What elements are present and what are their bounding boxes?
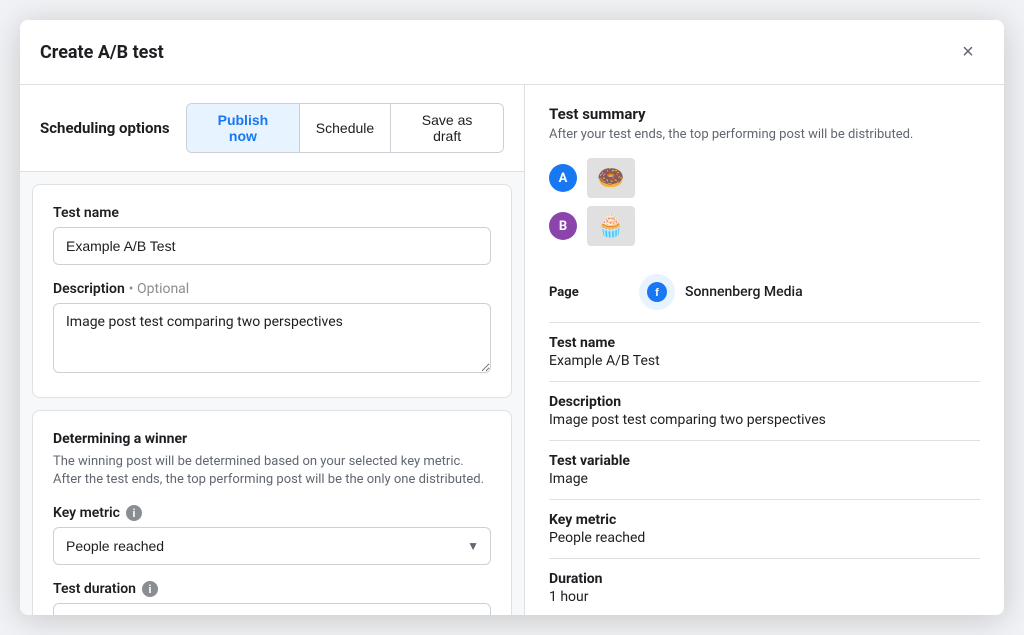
summary-field-label-description: Description bbox=[549, 394, 980, 410]
summary-field-value-test-name: Example A/B Test bbox=[549, 353, 980, 369]
summary-field-value-duration: 1 hour bbox=[549, 589, 980, 605]
key-metric-label-row: Key metric i bbox=[53, 505, 491, 521]
ab-variants: A 🍩 B 🧁 bbox=[549, 158, 980, 246]
test-name-group: Test name bbox=[53, 205, 491, 265]
summary-title: Test summary bbox=[549, 105, 980, 123]
test-name-input[interactable] bbox=[53, 227, 491, 265]
key-metric-info-icon[interactable]: i bbox=[126, 505, 142, 521]
variant-row-b: B 🧁 bbox=[549, 206, 980, 246]
summary-field-label-key-metric: Key metric bbox=[549, 512, 980, 528]
winner-description: The winning post will be determined base… bbox=[53, 453, 491, 489]
test-duration-info-icon[interactable]: i bbox=[142, 581, 158, 597]
summary-row-test-variable: Test variable Image bbox=[549, 441, 980, 500]
page-name: Sonnenberg Media bbox=[685, 284, 803, 300]
summary-field-value-key-metric: People reached bbox=[549, 530, 980, 546]
description-textarea[interactable]: Image post test comparing two perspectiv… bbox=[53, 303, 491, 373]
test-name-label: Test name bbox=[53, 205, 491, 221]
winner-section: Determining a winner The winning post wi… bbox=[32, 410, 512, 615]
variant-thumb-a: 🍩 bbox=[587, 158, 635, 198]
summary-row-test-name: Test name Example A/B Test bbox=[549, 323, 980, 382]
scheduling-label: Scheduling options bbox=[40, 119, 170, 137]
page-row-label: Page bbox=[549, 285, 629, 300]
key-metric-select-wrapper: People reached Post clicks Reactions Com… bbox=[53, 527, 491, 565]
summary-subtitle: After your test ends, the top performing… bbox=[549, 127, 980, 142]
summary-field-label-test-variable: Test variable bbox=[549, 453, 980, 469]
summary-field-label-test-name: Test name bbox=[549, 335, 980, 351]
page-row: Page f Sonnenberg Media bbox=[549, 262, 980, 323]
summary-row-description: Description Image post test comparing tw… bbox=[549, 382, 980, 441]
tab-publish-now[interactable]: Publish now bbox=[187, 104, 300, 152]
tab-schedule[interactable]: Schedule bbox=[300, 104, 391, 152]
description-optional: • Optional bbox=[129, 281, 189, 297]
create-ab-test-modal: Create A/B test × Scheduling options Pub… bbox=[20, 20, 1004, 615]
test-duration-label-row: Test duration i bbox=[53, 581, 491, 597]
test-duration-select[interactable]: 1 hour 2 hours 4 hours 8 hours 24 hours bbox=[53, 603, 491, 615]
tab-save-draft[interactable]: Save as draft bbox=[391, 104, 503, 152]
variant-image-b: 🧁 bbox=[587, 206, 635, 246]
variant-image-a: 🍩 bbox=[587, 158, 635, 198]
page-avatar: f bbox=[639, 274, 675, 310]
summary-field-label-duration: Duration bbox=[549, 571, 980, 587]
scheduling-bar: Scheduling options Publish now Schedule … bbox=[20, 85, 524, 172]
close-button[interactable]: × bbox=[952, 36, 984, 68]
description-group: Description• Optional Image post test co… bbox=[53, 281, 491, 377]
variant-thumb-b: 🧁 bbox=[587, 206, 635, 246]
summary-field-value-test-variable: Image bbox=[549, 471, 980, 487]
left-panel: Scheduling options Publish now Schedule … bbox=[20, 85, 525, 615]
summary-field-value-description: Image post test comparing two perspectiv… bbox=[549, 412, 980, 428]
test-duration-label: Test duration bbox=[53, 581, 136, 597]
variant-badge-b: B bbox=[549, 212, 577, 240]
modal-body: Scheduling options Publish now Schedule … bbox=[20, 85, 1004, 615]
description-label: Description• Optional bbox=[53, 281, 491, 297]
winner-title: Determining a winner bbox=[53, 431, 491, 447]
modal-title: Create A/B test bbox=[40, 42, 164, 63]
right-panel: Test summary After your test ends, the t… bbox=[525, 85, 1004, 615]
modal-header: Create A/B test × bbox=[20, 20, 1004, 85]
test-duration-select-wrapper: 1 hour 2 hours 4 hours 8 hours 24 hours … bbox=[53, 603, 491, 615]
variant-row-a: A 🍩 bbox=[549, 158, 980, 198]
svg-text:f: f bbox=[655, 287, 659, 299]
test-duration-group: Test duration i 1 hour 2 hours 4 hours 8… bbox=[53, 581, 491, 615]
test-info-section: Test name Description• Optional Image po… bbox=[32, 184, 512, 398]
summary-row-key-metric: Key metric People reached bbox=[549, 500, 980, 559]
key-metric-select[interactable]: People reached Post clicks Reactions Com… bbox=[53, 527, 491, 565]
variant-badge-a: A bbox=[549, 164, 577, 192]
scheduling-tabs: Publish now Schedule Save as draft bbox=[186, 103, 504, 153]
key-metric-group: Key metric i People reached Post clicks … bbox=[53, 505, 491, 565]
key-metric-label: Key metric bbox=[53, 505, 120, 521]
summary-row-duration: Duration 1 hour bbox=[549, 559, 980, 615]
